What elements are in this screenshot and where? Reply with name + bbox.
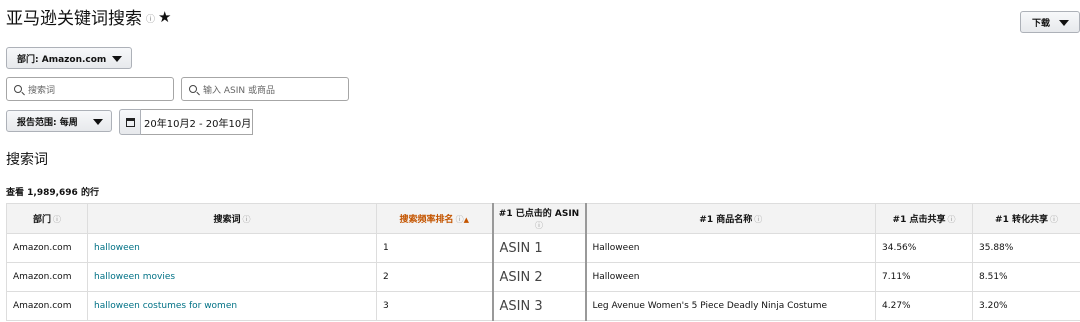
header-rank[interactable]: 搜索频率排名 ⓘ▲ (376, 203, 494, 234)
asin-search-input[interactable]: 输入 ASIN 或商品 (181, 77, 349, 101)
cell-department: Amazon.com (6, 291, 88, 321)
header-product[interactable]: #1 商品名称 ⓘ (585, 203, 876, 234)
info-icon[interactable]: ⓘ (146, 12, 155, 25)
star-icon[interactable]: ★ (158, 8, 171, 26)
cell-department: Amazon.com (6, 233, 88, 263)
search-icon (14, 85, 22, 93)
cell-conversion-share: 3.20% (972, 291, 1080, 321)
report-range-dropdown[interactable]: 报告范围: 每周 (6, 110, 112, 132)
cell-asin: ASIN 3 (492, 291, 587, 321)
info-icon: ⓘ (754, 215, 763, 224)
download-label: 下载 (1032, 18, 1051, 29)
cell-product: Halloween (585, 262, 876, 292)
asin-placeholder: 输入 ASIN 或商品 (203, 85, 275, 96)
cell-conversion-share: 35.88% (972, 233, 1080, 263)
chevron-down-icon (112, 56, 122, 62)
section-title: 搜索词 (6, 152, 48, 168)
cell-department: Amazon.com (6, 262, 88, 292)
sort-up-icon: ▲ (463, 216, 469, 224)
cell-conversion-share: 8.51% (972, 262, 1080, 292)
calendar-button[interactable] (119, 109, 141, 135)
header-search-term[interactable]: 搜索词 ⓘ (87, 203, 377, 234)
chevron-down-icon (93, 119, 103, 125)
cell-product: Halloween (585, 233, 876, 263)
page-title: 亚马逊关键词搜索 (6, 9, 142, 29)
search-terms-table: 部门 ⓘ 搜索词 ⓘ 搜索频率排名 ⓘ▲ #1 已点击的 ASIN ⓘ #1 商品名称 ⓘ… (6, 203, 1080, 321)
info-icon: ⓘ (53, 215, 61, 224)
download-button[interactable]: 下载 (1020, 11, 1080, 33)
search-term-link[interactable]: halloween (87, 233, 377, 263)
info-icon: ⓘ (947, 215, 956, 224)
department-dropdown[interactable]: 部门: Amazon.com (6, 47, 132, 69)
cell-asin: ASIN 2 (492, 262, 587, 292)
header-department[interactable]: 部门 ⓘ (6, 203, 88, 234)
info-icon: ⓘ (242, 215, 251, 224)
header-conversion-share[interactable]: #1 转化共享 ⓘ (972, 203, 1080, 234)
cell-click-share: 4.27% (875, 291, 973, 321)
table-header-row: 部门 ⓘ 搜索词 ⓘ 搜索频率排名 ⓘ▲ #1 已点击的 ASIN ⓘ #1 商品名称 ⓘ… (6, 203, 1080, 234)
header-click-share[interactable]: #1 点击共享 ⓘ (875, 203, 973, 234)
info-icon: ⓘ (455, 215, 464, 224)
page-title-row: 亚马逊关键词搜索 ⓘ ★ (6, 4, 171, 30)
cell-rank: 2 (376, 262, 494, 292)
cell-product: Leg Avenue Women's 5 Piece Deadly Ninja … (585, 291, 876, 321)
row-count: 查看 1,989,696 的行 (6, 188, 99, 198)
search-icon (189, 85, 197, 93)
report-range-label: 报告范围: 每周 (17, 117, 78, 128)
cell-asin: ASIN 1 (492, 233, 587, 263)
search-term-link[interactable]: halloween costumes for women (87, 291, 377, 321)
cell-click-share: 7.11% (875, 262, 973, 292)
cell-rank: 3 (376, 291, 494, 321)
table-row: Amazon.com halloween costumes for women … (6, 291, 1080, 321)
cell-rank: 1 (376, 233, 494, 263)
calendar-icon (125, 117, 135, 127)
info-icon: ⓘ (1049, 215, 1058, 224)
search-input[interactable]: 搜索词 (6, 77, 174, 101)
chevron-down-icon (1059, 20, 1069, 26)
department-label: 部门: Amazon.com (17, 54, 107, 65)
search-placeholder: 搜索词 (28, 85, 56, 96)
table-row: Amazon.com halloween movies 2 ASIN 2 Hal… (6, 262, 1080, 292)
header-asin[interactable]: #1 已点击的 ASIN ⓘ (492, 203, 587, 234)
info-icon: ⓘ (535, 221, 543, 230)
date-range-input[interactable]: 20年10月2 - 20年10月3 (141, 109, 253, 135)
cell-click-share: 34.56% (875, 233, 973, 263)
search-term-link[interactable]: halloween movies (87, 262, 377, 292)
table-row: Amazon.com halloween 1 ASIN 1 Halloween … (6, 233, 1080, 263)
